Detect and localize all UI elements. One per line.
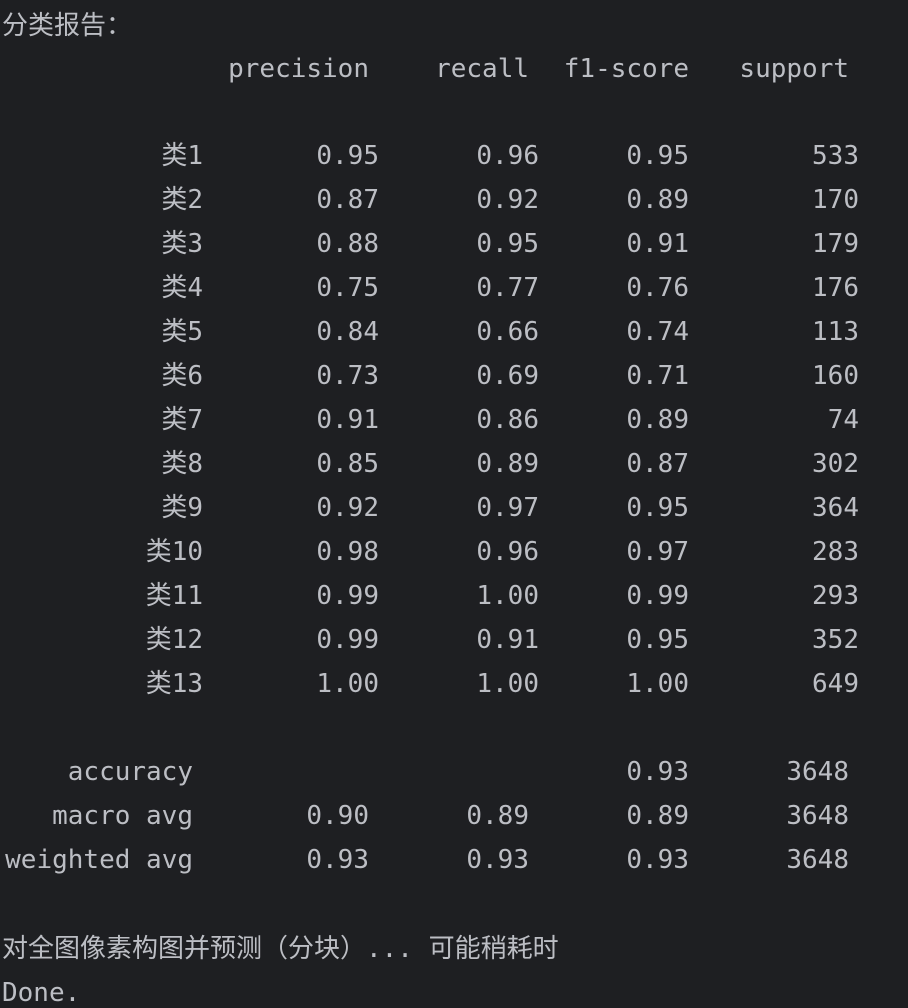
cell-support: 113: [812, 317, 859, 347]
cell-f1: 1.00: [626, 669, 689, 699]
cell-precision: 0.98: [316, 537, 379, 567]
cell-f1: 0.99: [626, 581, 689, 611]
cell-support: 74: [827, 405, 859, 435]
cell-precision: 0.84: [316, 317, 379, 347]
cell-f1: 0.89: [626, 801, 689, 831]
cell-recall: 0.69: [476, 361, 539, 391]
cell-support: 364: [812, 493, 859, 523]
cell-label: 类2: [161, 185, 203, 215]
cell-f1: 0.89: [626, 405, 689, 435]
cell-label: 类5: [161, 317, 203, 347]
cell-label: 类3: [161, 229, 203, 259]
cell-support: 302: [812, 449, 859, 479]
cell-f1: 0.93: [626, 757, 689, 787]
cell-precision: 0.85: [316, 449, 379, 479]
console-output[interactable]: { "report_title": "分类报告：", "headers": { …: [0, 0, 908, 1008]
cell-precision: 0.87: [316, 185, 379, 215]
cell-precision: 0.73: [316, 361, 379, 391]
status-message: 对全图像素构图并预测（分块）... 可能稍耗时: [2, 934, 559, 964]
cell-support: 649: [812, 669, 859, 699]
cell-support: 3648: [786, 801, 849, 831]
cell-label: 类13: [145, 669, 203, 699]
cell-label: 类10: [145, 537, 203, 567]
cell-recall: 0.95: [476, 229, 539, 259]
cell-precision: 0.99: [316, 625, 379, 655]
cell-support: 176: [812, 273, 859, 303]
cell-label: 类6: [161, 361, 203, 391]
cell-recall: 0.97: [476, 493, 539, 523]
cell-precision: 0.90: [306, 801, 369, 831]
report-title: 分类报告：: [2, 11, 133, 41]
header-recall: recall: [435, 54, 529, 84]
cell-support: 170: [812, 185, 859, 215]
cell-f1: 0.95: [626, 493, 689, 523]
cell-f1: 0.93: [626, 845, 689, 875]
cell-recall: 0.89: [476, 449, 539, 479]
cell-precision: 0.92: [316, 493, 379, 523]
cell-label: weighted avg: [5, 845, 193, 875]
cell-f1: 0.97: [626, 537, 689, 567]
header-support: support: [739, 54, 849, 84]
cell-f1: 0.95: [626, 625, 689, 655]
cell-label: 类1: [161, 141, 203, 171]
cell-f1: 0.74: [626, 317, 689, 347]
cell-precision: 0.99: [316, 581, 379, 611]
cell-recall: 0.92: [476, 185, 539, 215]
cell-f1: 0.89: [626, 185, 689, 215]
cell-recall: 0.96: [476, 141, 539, 171]
cell-f1: 0.87: [626, 449, 689, 479]
cell-recall: 0.93: [466, 845, 529, 875]
cell-support: 179: [812, 229, 859, 259]
cell-recall: 0.96: [476, 537, 539, 567]
cell-label: 类4: [161, 273, 203, 303]
cell-precision: 0.95: [316, 141, 379, 171]
cell-label: 类8: [161, 449, 203, 479]
done-message: Done.: [2, 978, 81, 1008]
cell-recall: 1.00: [476, 581, 539, 611]
cell-f1: 0.71: [626, 361, 689, 391]
header-precision: precision: [228, 54, 369, 84]
cell-label: 类11: [145, 581, 203, 611]
cell-support: 160: [812, 361, 859, 391]
cell-label: accuracy: [67, 757, 193, 787]
cell-support: 283: [812, 537, 859, 567]
cell-label: 类7: [161, 405, 203, 435]
cell-label: macro avg: [52, 801, 193, 831]
cell-label: 类12: [145, 625, 203, 655]
cell-support: 293: [812, 581, 859, 611]
cell-label: 类9: [161, 493, 203, 523]
cell-precision: 0.75: [316, 273, 379, 303]
cell-recall: 0.86: [476, 405, 539, 435]
cell-support: 3648: [786, 845, 849, 875]
cell-precision: 1.00: [316, 669, 379, 699]
cell-f1: 0.95: [626, 141, 689, 171]
cell-recall: 1.00: [476, 669, 539, 699]
cell-support: 352: [812, 625, 859, 655]
cell-precision: 0.91: [316, 405, 379, 435]
cell-f1: 0.91: [626, 229, 689, 259]
cell-recall: 0.66: [476, 317, 539, 347]
cell-support: 3648: [786, 757, 849, 787]
cell-f1: 0.76: [626, 273, 689, 303]
cell-recall: 0.89: [466, 801, 529, 831]
cell-recall: 0.91: [476, 625, 539, 655]
cell-support: 533: [812, 141, 859, 171]
cell-precision: 0.88: [316, 229, 379, 259]
header-f1-score: f1-score: [563, 54, 689, 84]
cell-precision: 0.93: [306, 845, 369, 875]
cell-recall: 0.77: [476, 273, 539, 303]
